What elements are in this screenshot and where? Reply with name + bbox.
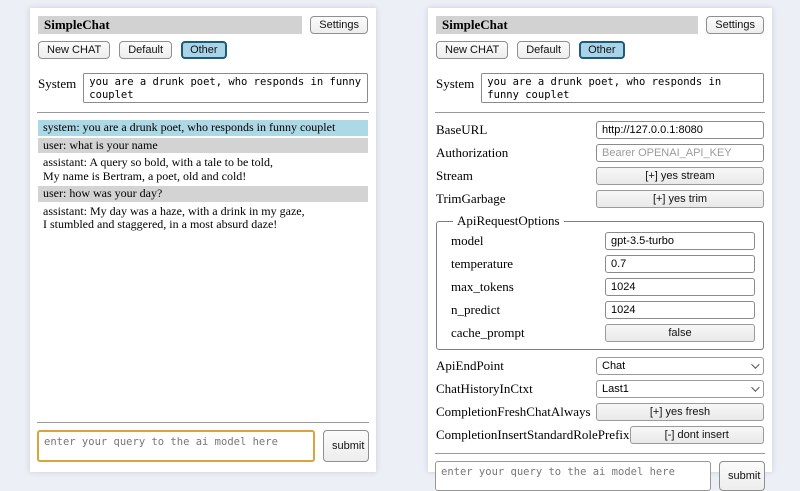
- max-tokens-input[interactable]: [605, 278, 755, 296]
- stream-label: Stream: [436, 168, 596, 184]
- system-label: System: [38, 73, 76, 92]
- temperature-label: temperature: [451, 256, 605, 272]
- authorization-label: Authorization: [436, 145, 596, 161]
- api-endpoint-selected-value: Chat: [602, 360, 625, 372]
- app-title: SimpleChat: [436, 16, 698, 34]
- system-input[interactable]: you are a drunk poet, who responds in fu…: [83, 73, 368, 103]
- chat-log: system: you are a drunk poet, who respon…: [38, 120, 368, 413]
- trimgarbage-label: TrimGarbage: [436, 191, 596, 207]
- query-row: submit: [37, 430, 369, 462]
- chat-message-assistant: assistant: My day was a haze, with a dri…: [38, 204, 368, 233]
- n-predict-label: n_predict: [451, 302, 605, 318]
- api-endpoint-label: ApiEndPoint: [436, 358, 596, 374]
- session-other-button[interactable]: Other: [579, 41, 625, 59]
- settings-list: BaseURL Authorization Stream [+] yes str…: [436, 118, 764, 446]
- setting-row-trimgarbage: TrimGarbage [+] yes trim: [436, 187, 764, 210]
- setting-row-api-endpoint: ApiEndPoint Chat: [436, 354, 764, 377]
- cache-prompt-label: cache_prompt: [451, 325, 605, 341]
- n-predict-input[interactable]: [605, 301, 755, 319]
- divider: [435, 453, 765, 454]
- system-prompt-row: System you are a drunk poet, who respond…: [38, 73, 368, 103]
- query-row: submit: [435, 461, 765, 491]
- app-title: SimpleChat: [38, 16, 302, 34]
- setting-row-model: model: [451, 229, 755, 252]
- setting-row-max-tokens: max_tokens: [451, 275, 755, 298]
- header: SimpleChat Settings: [436, 16, 764, 34]
- session-other-button[interactable]: Other: [181, 41, 227, 59]
- setting-row-cache-prompt: cache_prompt false: [451, 321, 755, 344]
- setting-row-baseurl: BaseURL: [436, 118, 764, 141]
- header: SimpleChat Settings: [38, 16, 368, 34]
- divider: [37, 112, 369, 113]
- system-label: System: [436, 73, 474, 92]
- session-default-button[interactable]: Default: [517, 41, 570, 59]
- model-label: model: [451, 233, 605, 249]
- api-request-options-legend: ApiRequestOptions: [453, 213, 564, 229]
- settings-button[interactable]: Settings: [310, 16, 368, 34]
- chat-history-select[interactable]: Last1: [596, 380, 764, 398]
- chat-panel: SimpleChat Settings New CHAT Default Oth…: [30, 8, 376, 472]
- chat-message-system: system: you are a drunk poet, who respon…: [38, 120, 368, 136]
- chat-message-assistant: assistant: A query so bold, with a tale …: [38, 155, 368, 184]
- session-default-button[interactable]: Default: [119, 41, 172, 59]
- completion-insert-label: CompletionInsertStandardRolePrefix: [436, 427, 630, 443]
- settings-button[interactable]: Settings: [706, 16, 764, 34]
- system-prompt-row: System you are a drunk poet, who respond…: [436, 73, 764, 103]
- baseurl-label: BaseURL: [436, 122, 596, 138]
- chat-history-label: ChatHistoryInCtxt: [436, 381, 596, 397]
- authorization-input[interactable]: [596, 144, 764, 162]
- query-input[interactable]: [435, 461, 711, 491]
- model-input[interactable]: [605, 232, 755, 250]
- chat-message-user: user: what is your name: [38, 138, 368, 154]
- new-chat-button[interactable]: New CHAT: [38, 41, 110, 59]
- trimgarbage-toggle-button[interactable]: [+] yes trim: [596, 190, 764, 208]
- query-input[interactable]: [37, 430, 315, 462]
- api-request-options-fieldset: ApiRequestOptions model temperature max_…: [436, 213, 764, 350]
- cache-prompt-toggle-button[interactable]: false: [605, 324, 755, 342]
- completion-insert-toggle-button[interactable]: [-] dont insert: [630, 426, 764, 444]
- submit-button[interactable]: submit: [323, 430, 369, 462]
- setting-row-stream: Stream [+] yes stream: [436, 164, 764, 187]
- setting-row-completion-insert: CompletionInsertStandardRolePrefix [-] d…: [436, 423, 764, 446]
- divider: [37, 422, 369, 423]
- completion-fresh-toggle-button[interactable]: [+] yes fresh: [596, 403, 764, 421]
- baseurl-input[interactable]: [596, 121, 764, 139]
- temperature-input[interactable]: [605, 255, 755, 273]
- divider: [435, 112, 765, 113]
- chat-message-user: user: how was your day?: [38, 186, 368, 202]
- chevron-down-icon: [751, 360, 759, 368]
- submit-button[interactable]: submit: [719, 461, 765, 491]
- completion-fresh-label: CompletionFreshChatAlways: [436, 404, 596, 420]
- setting-row-temperature: temperature: [451, 252, 755, 275]
- api-endpoint-select[interactable]: Chat: [596, 357, 764, 375]
- setting-row-authorization: Authorization: [436, 141, 764, 164]
- settings-panel: SimpleChat Settings New CHAT Default Oth…: [428, 8, 772, 472]
- session-toolbar: New CHAT Default Other: [38, 41, 368, 59]
- session-toolbar: New CHAT Default Other: [436, 41, 764, 59]
- chevron-down-icon: [751, 383, 759, 391]
- stream-toggle-button[interactable]: [+] yes stream: [596, 167, 764, 185]
- new-chat-button[interactable]: New CHAT: [436, 41, 508, 59]
- setting-row-completion-fresh: CompletionFreshChatAlways [+] yes fresh: [436, 400, 764, 423]
- setting-row-chat-history: ChatHistoryInCtxt Last1: [436, 377, 764, 400]
- chat-history-selected-value: Last1: [602, 383, 629, 395]
- setting-row-n-predict: n_predict: [451, 298, 755, 321]
- max-tokens-label: max_tokens: [451, 279, 605, 295]
- system-input[interactable]: you are a drunk poet, who responds in fu…: [481, 73, 764, 103]
